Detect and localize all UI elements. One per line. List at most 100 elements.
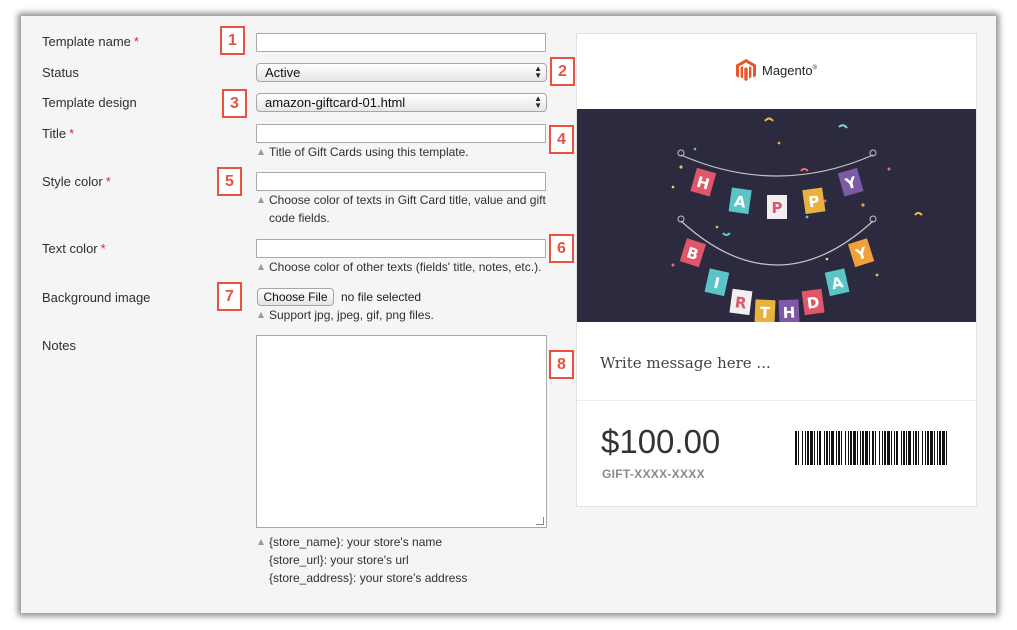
barcode-bar bbox=[922, 431, 923, 465]
barcode-bar bbox=[884, 431, 886, 465]
barcode-bar bbox=[930, 431, 933, 465]
note-triangle-icon bbox=[258, 264, 264, 270]
magento-logo-icon bbox=[736, 59, 756, 81]
barcode-bar bbox=[848, 431, 849, 465]
resize-grip-icon[interactable] bbox=[536, 517, 544, 525]
barcode-bar bbox=[934, 431, 935, 465]
barcode-bar bbox=[802, 431, 803, 465]
template-design-select[interactable]: amazon-giftcard-01.html ▲ ▼ bbox=[256, 93, 547, 112]
barcode-bar bbox=[901, 431, 902, 465]
callout-badge-8: 8 bbox=[549, 350, 574, 379]
barcode-bar bbox=[862, 431, 864, 465]
barcode-bar bbox=[913, 431, 914, 465]
barcode-bar bbox=[869, 431, 870, 465]
title-note: Title of Gift Cards using this template. bbox=[258, 143, 469, 161]
banner-flag: H bbox=[778, 299, 800, 322]
title-input[interactable] bbox=[256, 124, 546, 143]
barcode-bar bbox=[906, 431, 907, 465]
barcode-bar bbox=[798, 431, 799, 465]
gift-card-amount: $100.00 bbox=[601, 423, 721, 460]
banner-flag: P bbox=[802, 187, 826, 215]
barcode-bar bbox=[872, 431, 874, 465]
title-label: Title * bbox=[42, 126, 75, 141]
callout-badge-5: 5 bbox=[217, 167, 242, 196]
text-color-label: Text color * bbox=[42, 241, 106, 256]
barcode-bar bbox=[915, 431, 917, 465]
gift-card-code: GIFT-XXXX-XXXX bbox=[602, 467, 705, 481]
barcode-bar bbox=[824, 431, 825, 465]
barcode-bar bbox=[860, 431, 861, 465]
barcode-bar bbox=[810, 431, 813, 465]
birthday-banner-svg: HA P PY BIRT HDAY bbox=[577, 109, 976, 322]
callout-badge-4: 4 bbox=[549, 125, 574, 154]
template-name-label: Template name * bbox=[42, 34, 139, 49]
notes-hints: {store_name}: your store's name {store_u… bbox=[258, 533, 467, 587]
barcode-bar bbox=[795, 431, 797, 465]
barcode-bar bbox=[819, 431, 821, 465]
barcode-bar bbox=[927, 431, 929, 465]
magento-registered-mark: ® bbox=[812, 65, 818, 72]
barcode-bar bbox=[942, 431, 945, 465]
status-label: Status bbox=[42, 65, 79, 80]
template-name-input[interactable] bbox=[256, 33, 546, 52]
barcode-bar bbox=[887, 431, 890, 465]
magento-logo: Magento® bbox=[736, 58, 817, 82]
gift-card-preview: Magento® H A P P Y B I R T H D A Y Write… bbox=[576, 33, 977, 507]
status-select[interactable]: Active ▲ ▼ bbox=[256, 63, 547, 82]
callout-badge-7: 7 bbox=[217, 282, 242, 311]
callout-badge-3: 3 bbox=[222, 89, 247, 118]
status-select-value: Active bbox=[265, 65, 301, 80]
note-triangle-icon bbox=[258, 312, 264, 318]
barcode-bar bbox=[865, 431, 868, 465]
barcode-bar bbox=[908, 431, 911, 465]
barcode-bar bbox=[925, 431, 926, 465]
text-color-input[interactable] bbox=[256, 239, 546, 258]
banner-flag: T bbox=[754, 299, 776, 322]
text-color-note: Choose color of other texts (fields' tit… bbox=[258, 258, 541, 276]
barcode-bar bbox=[831, 431, 834, 465]
banner-flag: A bbox=[728, 187, 752, 215]
svg-text:T: T bbox=[759, 304, 771, 322]
barcode-bar bbox=[814, 431, 815, 465]
background-image-note: Support jpg, jpeg, gif, png files. bbox=[258, 306, 434, 324]
template-design-select-value: amazon-giftcard-01.html bbox=[265, 95, 406, 110]
template-design-label: Template design bbox=[42, 95, 137, 110]
svg-text:P: P bbox=[772, 199, 783, 217]
barcode-bar bbox=[937, 431, 938, 465]
callout-badge-6: 6 bbox=[549, 234, 574, 263]
barcode-bar bbox=[807, 431, 809, 465]
select-arrows-icon: ▲ ▼ bbox=[534, 64, 542, 80]
barcode-bar bbox=[853, 431, 856, 465]
note-triangle-icon bbox=[258, 149, 264, 155]
barcode-image bbox=[795, 431, 947, 465]
gift-message-placeholder[interactable]: Write message here ... bbox=[600, 354, 771, 372]
barcode-bar bbox=[845, 431, 846, 465]
barcode-bar bbox=[829, 431, 830, 465]
barcode-bar bbox=[903, 431, 905, 465]
notes-label: Notes bbox=[42, 338, 76, 353]
callout-badge-1: 1 bbox=[220, 26, 245, 55]
banner-flag: R bbox=[729, 288, 753, 316]
barcode-bar bbox=[896, 431, 898, 465]
barcode-bar bbox=[939, 431, 941, 465]
style-color-note: Choose color of texts in Gift Card title… bbox=[258, 191, 546, 227]
barcode-bar bbox=[891, 431, 892, 465]
notes-textarea[interactable] bbox=[256, 335, 547, 528]
style-color-label: Style color * bbox=[42, 174, 111, 189]
barcode-bar bbox=[918, 431, 919, 465]
style-color-input[interactable] bbox=[256, 172, 546, 191]
svg-text:H: H bbox=[782, 304, 795, 322]
select-arrows-icon: ▲ ▼ bbox=[534, 94, 542, 110]
barcode-bar bbox=[836, 431, 837, 465]
card-divider bbox=[577, 400, 976, 401]
barcode-bar bbox=[894, 431, 895, 465]
barcode-bar bbox=[826, 431, 828, 465]
birthday-banner-image: HAPPY BIRTHDAY bbox=[577, 109, 976, 322]
banner-flag: P bbox=[767, 195, 787, 219]
note-triangle-icon bbox=[258, 197, 264, 203]
magento-logo-text: Magento bbox=[762, 62, 813, 78]
barcode-bar bbox=[879, 431, 880, 465]
banner-flag: D bbox=[801, 288, 825, 316]
choose-file-button[interactable]: Choose File bbox=[257, 288, 334, 306]
svg-text:D: D bbox=[806, 293, 821, 312]
